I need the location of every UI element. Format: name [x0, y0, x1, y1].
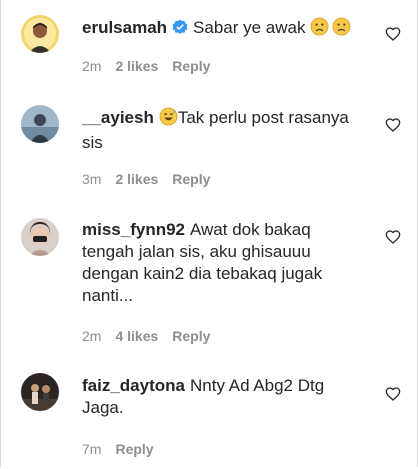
avatar[interactable] — [21, 373, 59, 411]
comment-time[interactable]: 2m — [82, 58, 101, 74]
comment-likes[interactable]: 2 likes — [115, 171, 158, 187]
avatar[interactable] — [21, 15, 59, 53]
comments-panel: erulsamah Sabar ye awak 2m 2 likes Reply __… — [0, 0, 418, 467]
comment-time[interactable]: 7m — [82, 441, 101, 457]
verified-badge-icon — [172, 19, 188, 41]
avatar[interactable] — [21, 218, 59, 256]
sweat-smile-face-icon — [159, 107, 178, 132]
heart-icon[interactable] — [385, 26, 401, 42]
reply-button[interactable]: Reply — [172, 328, 210, 344]
heart-icon[interactable] — [385, 386, 401, 402]
comment-likes[interactable]: 2 likes — [115, 58, 158, 74]
comment-time[interactable]: 2m — [82, 328, 101, 344]
reply-button[interactable]: Reply — [172, 58, 210, 74]
crying-face-icon — [332, 17, 351, 42]
comment-likes[interactable]: 4 likes — [115, 328, 158, 344]
reply-button[interactable]: Reply — [115, 441, 153, 457]
comment-username[interactable]: faiz_daytona — [82, 376, 185, 395]
comment-meta: 7m Reply — [82, 441, 168, 457]
comment-time[interactable]: 3m — [82, 171, 101, 187]
comment-text: erulsamah Sabar ye awak — [82, 17, 362, 42]
comment-meta: 2m 4 likes Reply — [82, 328, 224, 344]
comment-username[interactable]: __ayiesh — [82, 108, 154, 127]
comment-username[interactable]: miss_fynn92 — [82, 220, 185, 239]
crying-face-icon — [310, 17, 329, 42]
reply-button[interactable]: Reply — [172, 171, 210, 187]
comment-meta: 2m 2 likes Reply — [82, 58, 224, 74]
comment-meta: 3m 2 likes Reply — [82, 171, 224, 187]
comment-username[interactable]: erulsamah — [82, 18, 167, 37]
comment-text: __ayiesh Tak perlu post rasanya sis — [82, 107, 362, 154]
heart-icon[interactable] — [385, 117, 401, 133]
comment-body: Sabar ye awak — [193, 18, 311, 37]
comment-text: faiz_daytona Nnty Ad Abg2 Dtg Jaga. — [82, 375, 362, 419]
avatar[interactable] — [21, 105, 59, 143]
comment-text: miss_fynn92 Awat dok bakaq tengah jalan s… — [82, 219, 362, 307]
heart-icon[interactable] — [385, 229, 401, 245]
